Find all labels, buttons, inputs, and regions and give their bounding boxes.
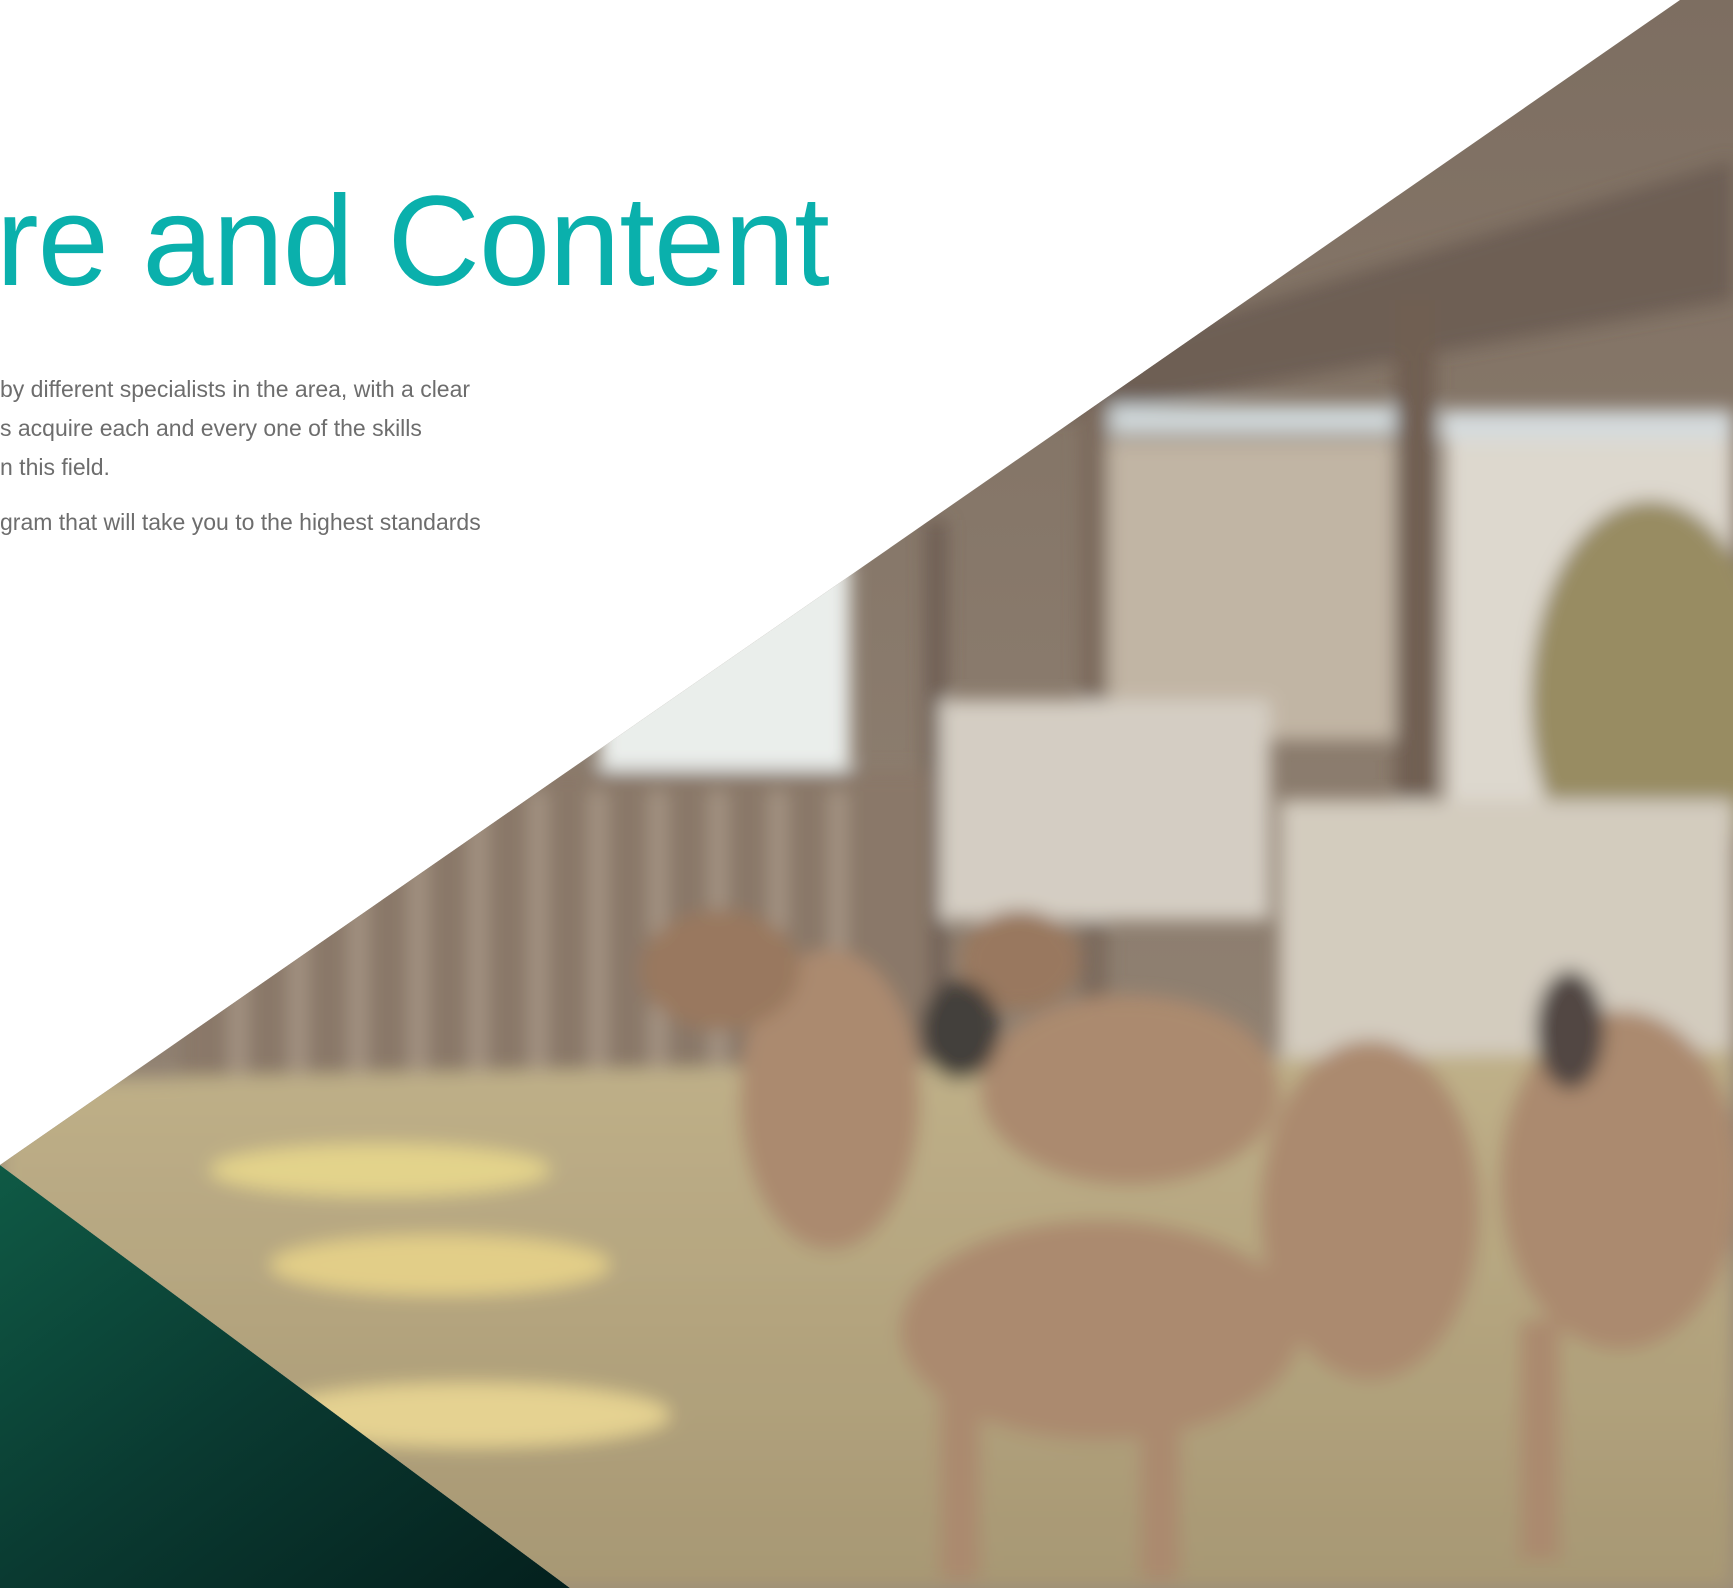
intro-paragraph-2-line-1: gram that will take you to the highest s…	[0, 509, 481, 535]
intro-paragraph-1-line-2: s acquire each and every one of the skil…	[0, 415, 422, 441]
intro-paragraph-1-line-3: n this field.	[0, 454, 110, 480]
intro-text: by different specialists in the area, wi…	[0, 370, 560, 542]
page-title: re and Content	[0, 170, 830, 313]
page: re and Content by different specialists …	[0, 0, 1733, 1588]
intro-paragraph-1-line-1: by different specialists in the area, wi…	[0, 376, 471, 402]
